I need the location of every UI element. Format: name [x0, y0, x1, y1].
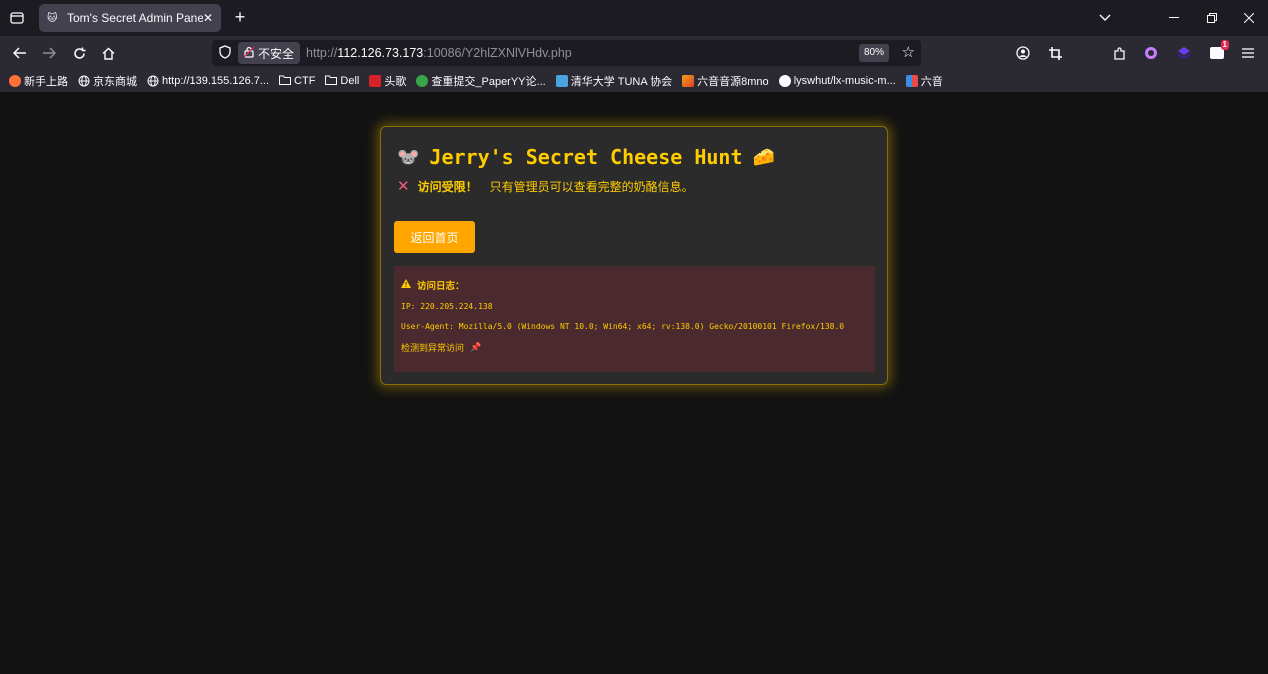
- nav-bar: 不安全 http://112.126.73.173:10086/Y2hlZXNl…: [0, 36, 1268, 70]
- new-tab-button[interactable]: +: [231, 8, 249, 28]
- crop-icon[interactable]: [1046, 44, 1064, 62]
- security-label: 不安全: [258, 46, 295, 61]
- address-bar[interactable]: 不安全 http://112.126.73.173:10086/Y2hlZXNl…: [212, 40, 921, 66]
- extension-mail-icon[interactable]: 1: [1208, 40, 1229, 62]
- github-icon: [778, 75, 791, 87]
- bookmark-item[interactable]: lyswhut/lx-music-m...: [778, 75, 896, 87]
- bookmark-folder[interactable]: CTF: [279, 75, 315, 87]
- page-title-text: Jerry's Secret Cheese Hunt: [429, 145, 743, 169]
- tab-title: Tom's Secret Admin Panel: [67, 11, 203, 25]
- tab-list-icon[interactable]: [0, 0, 34, 36]
- log-ip-line: IP: 220.205.224.138: [401, 302, 493, 311]
- cat-face-icon: 🐱: [47, 12, 58, 24]
- bookmarks-toolbar: 新手上路 京东商城 http://139.155.126.7... CTF De…: [0, 70, 1268, 92]
- bookmark-item[interactable]: 头歌: [369, 73, 406, 89]
- log-anomaly-notice: 检测到异常访问 📌: [401, 342, 482, 353]
- extension-cube-icon[interactable]: [1175, 44, 1193, 62]
- app-menu-icon[interactable]: [1239, 44, 1257, 62]
- six-tone-icon: [905, 75, 918, 87]
- folder-icon: [325, 75, 338, 87]
- tab-overflow-chevron-icon[interactable]: [1087, 0, 1123, 36]
- back-arrow-icon[interactable]: [6, 39, 34, 67]
- url-text[interactable]: http://112.126.73.173:10086/Y2hlZXNlVHdv…: [306, 46, 572, 60]
- tracking-shield-icon[interactable]: [212, 44, 238, 62]
- cross-mark-icon: ✕: [397, 178, 410, 195]
- pin-icon: 📌: [470, 342, 482, 352]
- return-home-button[interactable]: 返回首页: [394, 221, 475, 253]
- bookmark-item[interactable]: 新手上路: [9, 73, 68, 89]
- page-content: 🐭 Jerry's Secret Cheese Hunt 🧀 ✕ 访问受限！ 只…: [0, 92, 1268, 674]
- minimize-icon[interactable]: [1156, 0, 1192, 36]
- access-log-heading: 访问日志：: [401, 278, 868, 292]
- cheese-icon: 🧀: [752, 146, 775, 168]
- log-user-agent-line: User-Agent: Mozilla/5.0 (Windows NT 10.0…: [401, 322, 845, 331]
- access-denied-message: ✕ 访问受限！ 只有管理员可以查看完整的奶酪信息。: [397, 177, 874, 195]
- account-icon[interactable]: [1014, 44, 1032, 62]
- toutiao-icon: [369, 75, 382, 87]
- bookmark-folder[interactable]: Dell: [325, 75, 359, 87]
- bookmark-item[interactable]: 查重提交_PaperYY论...: [416, 73, 546, 89]
- mouse-icon: 🐭: [397, 146, 420, 168]
- bookmark-item[interactable]: 六音音源8mno: [682, 73, 769, 89]
- site-security-button[interactable]: 不安全: [238, 42, 301, 64]
- extension-circle-icon[interactable]: [1142, 44, 1160, 62]
- url-host: 112.126.73.173: [337, 46, 424, 60]
- insecure-lock-icon: [243, 46, 255, 61]
- cheese-hunt-card: 🐭 Jerry's Secret Cheese Hunt 🧀 ✕ 访问受限！ 只…: [380, 126, 888, 385]
- restore-icon[interactable]: [1194, 0, 1230, 36]
- tuna-icon: [555, 75, 568, 87]
- bookmark-item[interactable]: http://139.155.126.7...: [147, 75, 269, 87]
- warning-icon: [401, 279, 411, 291]
- bookmark-item[interactable]: 六音: [905, 73, 943, 89]
- page-title: 🐭 Jerry's Secret Cheese Hunt 🧀: [397, 143, 874, 171]
- forward-arrow-icon[interactable]: [35, 39, 63, 67]
- extensions-puzzle-icon[interactable]: [1110, 44, 1128, 62]
- bookmark-item[interactable]: 京东商城: [78, 73, 137, 89]
- tab-active[interactable]: 🐱 Tom's Secret Admin Panel ✕: [39, 4, 221, 32]
- url-path: :10086/Y2hlZXNlVHdv.php: [423, 46, 572, 60]
- zoom-indicator[interactable]: 80%: [858, 44, 889, 62]
- folder-icon: [279, 75, 292, 87]
- tab-close-icon[interactable]: ✕: [203, 11, 213, 25]
- access-denied-text: 只有管理员可以查看完整的奶酪信息。: [489, 179, 694, 194]
- window-close-icon[interactable]: [1231, 0, 1267, 36]
- extension-badge-count: 1: [1220, 40, 1229, 50]
- firefox-icon: [9, 75, 21, 87]
- access-log-panel: 访问日志： IP: 220.205.224.138 User-Agent: Mo…: [394, 266, 875, 372]
- access-denied-title: 访问受限！: [417, 179, 478, 194]
- reload-icon[interactable]: [65, 39, 93, 67]
- bookmark-star-icon[interactable]: ☆: [902, 43, 915, 61]
- globe-icon: [78, 75, 90, 87]
- mail-icon: 1: [1210, 40, 1229, 59]
- home-icon[interactable]: [94, 39, 122, 67]
- bookmark-item[interactable]: 清华大学 TUNA 协会: [555, 73, 672, 89]
- url-prefix: http://: [306, 46, 338, 60]
- paperyy-icon: [416, 75, 429, 87]
- chart-bookmark-icon: [682, 75, 695, 87]
- tab-bar: 🐱 Tom's Secret Admin Panel ✕ +: [0, 0, 1268, 36]
- globe-icon: [147, 75, 159, 87]
